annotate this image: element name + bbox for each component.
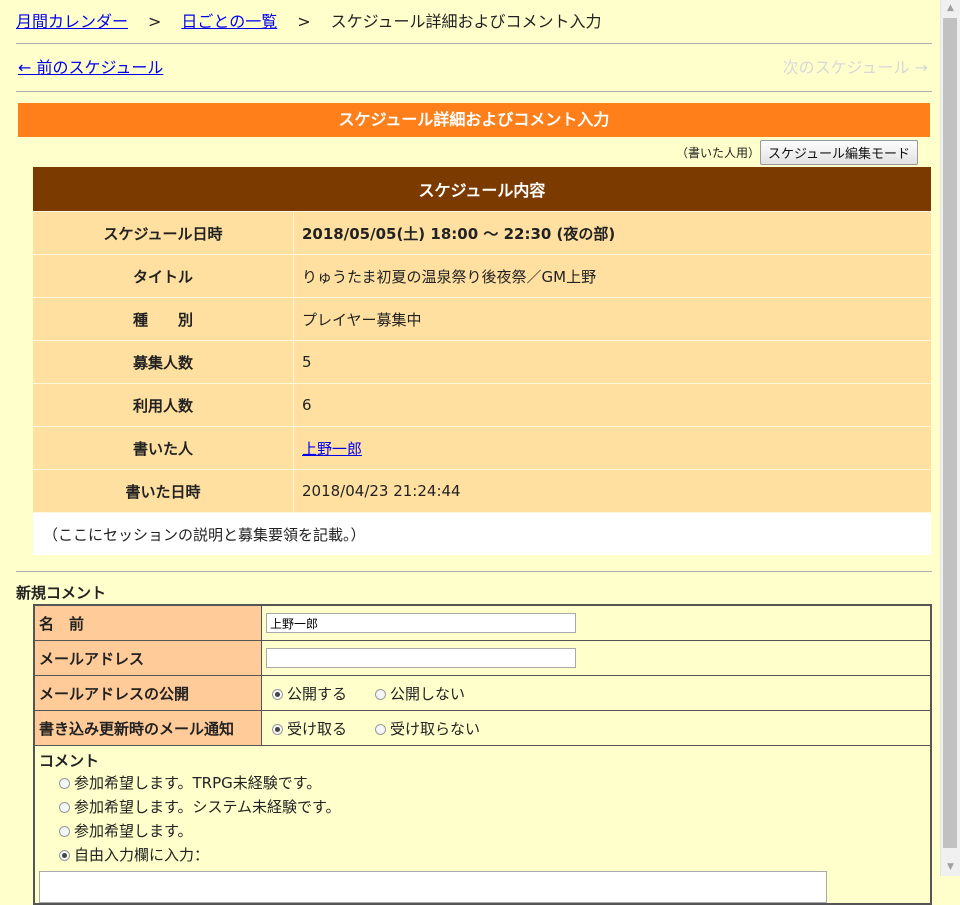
divider — [16, 571, 932, 572]
email-public-cell: 公開する 公開しない — [261, 675, 932, 711]
author-only-note: （書いた人用） — [676, 146, 761, 160]
radio-selected-icon[interactable] — [272, 723, 283, 735]
name-cell — [261, 604, 932, 641]
schedule-details-table: スケジュール内容 スケジュール日時 2018/05/05(土) 18:00 ～ … — [33, 167, 931, 555]
table-row: 書き込み更新時のメール通知 受け取る 受け取らない — [33, 710, 932, 746]
type-label: 種 別 — [33, 297, 294, 341]
title-label: タイトル — [33, 254, 294, 298]
comment-cell: コメント 参加希望します。TRPG未経験です。 参加希望します。システム未経験で… — [33, 745, 932, 905]
radio-icon[interactable] — [59, 778, 70, 789]
scrollbar-thumb[interactable] — [943, 18, 957, 848]
notify-label: 書き込み更新時のメール通知 — [33, 710, 262, 746]
author-link[interactable]: 上野一郎 — [302, 440, 362, 458]
radio-selected-icon[interactable] — [59, 850, 70, 861]
comment-option-join[interactable]: 参加希望します。 — [59, 819, 926, 843]
divider — [16, 91, 932, 92]
comment-option-label: 自由入力欄に入力： — [74, 846, 210, 864]
radio-icon[interactable] — [59, 826, 70, 837]
comment-option-label: 参加希望します。TRPG未経験です。 — [74, 774, 322, 792]
email-label: メールアドレス — [33, 640, 262, 676]
comment-form-table: 名 前 メールアドレス メールアドレスの公開 公開する 公開しない 書き込み更新時… — [33, 604, 932, 905]
table-row: 名 前 — [33, 604, 932, 641]
type-value: プレイヤー募集中 — [293, 297, 931, 341]
breadcrumb-separator: > — [297, 12, 311, 31]
user-count-label: 利用人数 — [33, 383, 294, 427]
user-count-value: 6 — [293, 383, 931, 427]
email-public-yes-label: 公開する — [287, 684, 348, 703]
email-private-option[interactable]: 公開しない — [375, 683, 465, 704]
table-row: スケジュール日時 2018/05/05(土) 18:00 ～ 22:30 (夜の… — [33, 211, 931, 255]
table-row: 募集人数 5 — [33, 340, 931, 384]
prev-schedule-link[interactable]: ← 前のスケジュール — [18, 56, 163, 80]
title-value: りゅうたま初夏の温泉祭り後夜祭／GM上野 — [293, 254, 931, 298]
page-title: スケジュール詳細およびコメント入力 — [18, 103, 930, 137]
breadcrumb: 月間カレンダー > 日ごとの一覧 > スケジュール詳細およびコメント入力 — [16, 10, 602, 34]
schedule-edit-mode-button[interactable]: スケジュール編集モード — [760, 140, 918, 165]
table-row: （ここにセッションの説明と募集要領を記載。） — [33, 512, 931, 555]
posted-datetime-value: 2018/04/23 21:24:44 — [293, 469, 931, 513]
radio-icon[interactable] — [375, 688, 387, 700]
email-public-option[interactable]: 公開する — [272, 683, 347, 704]
radio-selected-icon[interactable] — [272, 688, 283, 700]
scroll-up-icon[interactable]: ▲ — [941, 0, 960, 17]
comment-label: コメント — [39, 752, 100, 770]
comment-option-label: 参加希望します。 — [74, 822, 193, 840]
schedule-datetime-label: スケジュール日時 — [33, 211, 294, 255]
email-public-no-label: 公開しない — [390, 684, 466, 703]
new-comment-heading: 新規コメント — [16, 584, 107, 602]
email-public-label: メールアドレスの公開 — [33, 675, 262, 711]
email-input[interactable] — [266, 648, 576, 668]
posted-datetime-label: 書いた日時 — [33, 469, 294, 513]
breadcrumb-daily-list-link[interactable]: 日ごとの一覧 — [181, 12, 277, 31]
next-schedule-link-disabled: 次のスケジュール → — [782, 58, 928, 77]
notify-cell: 受け取る 受け取らない — [261, 710, 932, 746]
email-cell — [261, 640, 932, 676]
schedule-details-heading: スケジュール内容 — [33, 167, 931, 212]
schedule-datetime-value: 2018/05/05(土) 18:00 ～ 22:30 (夜の部) — [293, 211, 931, 255]
table-row: メールアドレスの公開 公開する 公開しない — [33, 675, 932, 711]
table-row: 書いた人 上野一郎 — [33, 426, 931, 470]
author-label: 書いた人 — [33, 426, 294, 470]
notify-decline-option[interactable]: 受け取らない — [375, 718, 480, 739]
author-cell: 上野一郎 — [293, 426, 931, 470]
divider — [16, 43, 932, 44]
radio-icon[interactable] — [375, 723, 387, 735]
scroll-down-icon[interactable]: ▼ — [941, 859, 960, 876]
radio-icon[interactable] — [59, 802, 70, 813]
vertical-scrollbar[interactable]: ▲ ▼ — [940, 0, 960, 876]
table-row: コメント 参加希望します。TRPG未経験です。 参加希望します。システム未経験で… — [33, 745, 932, 905]
comment-option-system-new[interactable]: 参加希望します。システム未経験です。 — [59, 795, 926, 819]
name-input[interactable] — [266, 613, 576, 633]
table-row: 利用人数 6 — [33, 383, 931, 427]
table-row: タイトル りゅうたま初夏の温泉祭り後夜祭／GM上野 — [33, 254, 931, 298]
name-label: 名 前 — [33, 604, 262, 641]
comment-option-free-input[interactable]: 自由入力欄に入力： — [59, 843, 926, 867]
notify-receive-label: 受け取る — [287, 719, 348, 738]
table-row: 種 別 プレイヤー募集中 — [33, 297, 931, 341]
comment-option-label: 参加希望します。システム未経験です。 — [74, 798, 341, 816]
comment-option-trpg-new[interactable]: 参加希望します。TRPG未経験です。 — [59, 771, 926, 795]
recruit-count-value: 5 — [293, 340, 931, 384]
breadcrumb-separator: > — [148, 12, 162, 31]
table-row: メールアドレス — [33, 640, 932, 676]
page-content: 月間カレンダー > 日ごとの一覧 > スケジュール詳細およびコメント入力 ← 前のスケジ… — [0, 0, 940, 905]
recruit-count-label: 募集人数 — [33, 340, 294, 384]
notify-receive-option[interactable]: 受け取る — [272, 718, 347, 739]
breadcrumb-current: スケジュール詳細およびコメント入力 — [330, 12, 602, 31]
notify-decline-label: 受け取らない — [390, 719, 481, 738]
breadcrumb-monthly-calendar-link[interactable]: 月間カレンダー — [16, 12, 128, 31]
table-row: 書いた日時 2018/04/23 21:24:44 — [33, 469, 931, 513]
session-description: （ここにセッションの説明と募集要領を記載。） — [33, 512, 931, 555]
